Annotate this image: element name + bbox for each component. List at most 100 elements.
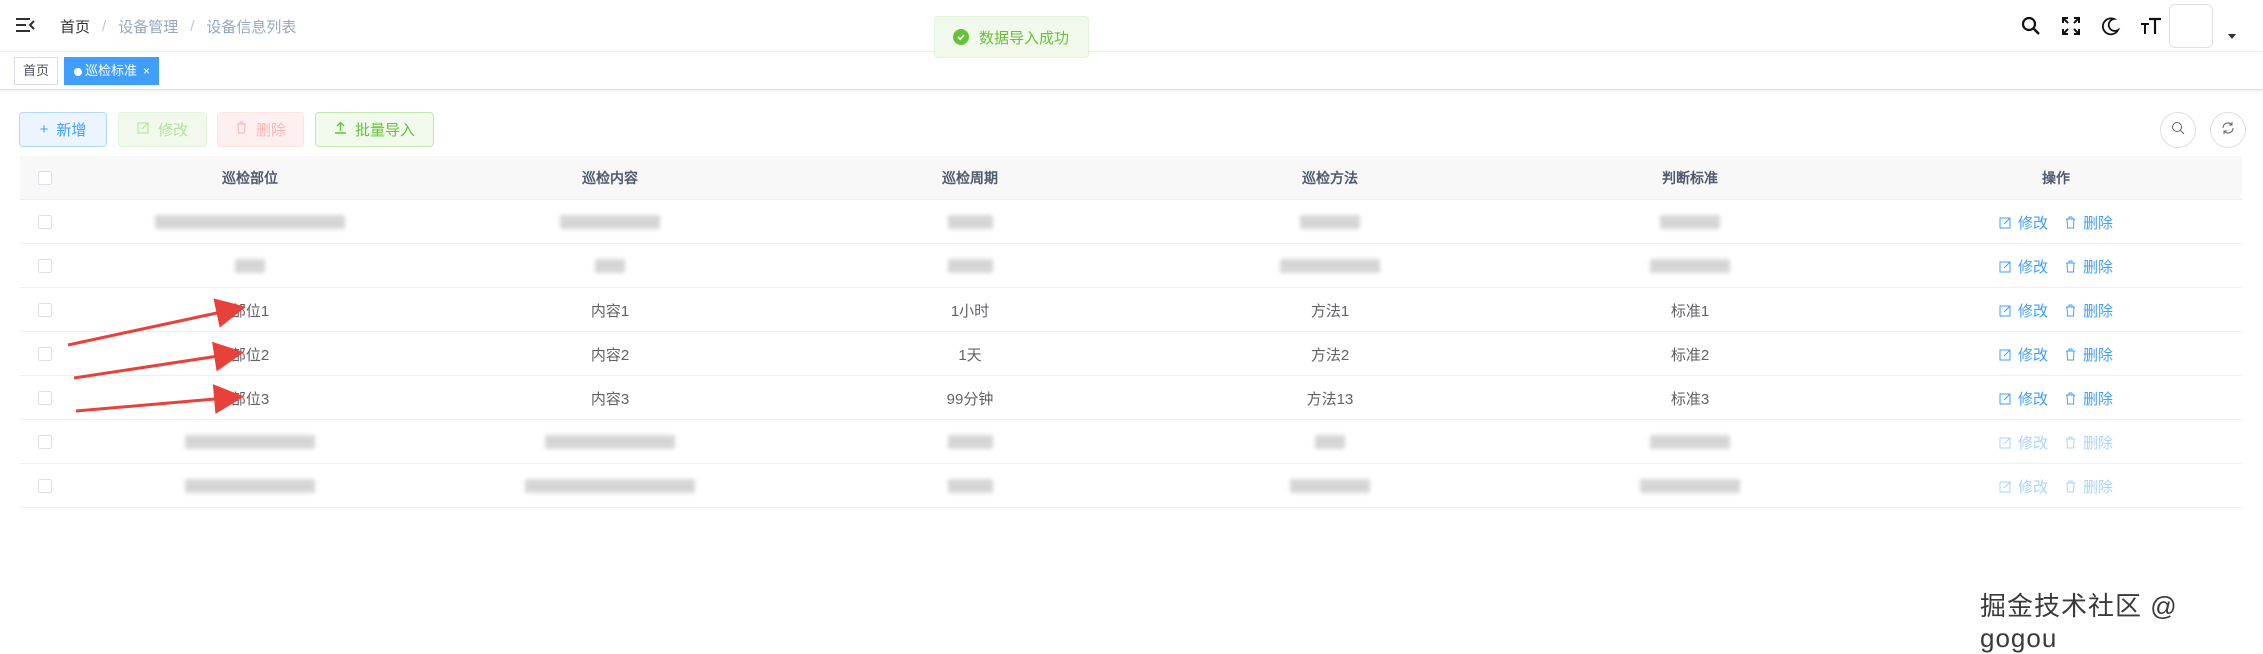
row-select-cell xyxy=(20,244,70,288)
row-actions: 修改 删除 xyxy=(1999,344,2113,365)
column-header-method: 巡检方法 xyxy=(1302,170,1358,186)
row-checkbox[interactable] xyxy=(38,347,52,361)
row-checkbox[interactable] xyxy=(38,303,52,317)
row-checkbox[interactable] xyxy=(38,215,52,229)
redacted-value xyxy=(560,215,660,229)
breadcrumb-home[interactable]: 首页 xyxy=(60,16,90,37)
row-checkbox[interactable] xyxy=(38,259,52,273)
table-cell xyxy=(70,200,430,244)
row-checkbox[interactable] xyxy=(38,391,52,405)
delete-button[interactable]: 删除 xyxy=(217,112,304,147)
edit-button-label: 修改 xyxy=(157,122,188,139)
breadcrumb-device-management[interactable]: 设备管理 xyxy=(118,16,178,37)
row-actions-cell: 修改 删除 xyxy=(1870,200,2242,244)
edit-icon xyxy=(1999,305,2011,316)
table-cell xyxy=(1510,464,1870,508)
row-delete-link[interactable]: 删除 xyxy=(2064,388,2113,409)
redacted-value xyxy=(155,215,345,229)
trash-icon xyxy=(2066,260,2075,272)
arrow-to-row-1 xyxy=(67,298,246,347)
table-cell xyxy=(430,200,790,244)
arrow-to-row-3 xyxy=(75,384,244,415)
row-checkbox[interactable] xyxy=(38,435,52,449)
table-row: 修改 删除 xyxy=(20,420,2242,464)
refresh-button[interactable] xyxy=(2210,112,2246,148)
row-edit-link[interactable]: 修改 xyxy=(1999,432,2048,453)
success-check-icon xyxy=(953,29,969,45)
select-all-checkbox[interactable] xyxy=(38,171,52,185)
row-delete-label: 删除 xyxy=(2083,434,2114,452)
table-cell: 1天 xyxy=(958,346,982,364)
row-edit-link[interactable]: 修改 xyxy=(1999,300,2048,321)
row-delete-label: 删除 xyxy=(2083,346,2114,364)
add-button-label: 新增 xyxy=(56,122,87,139)
table-cell xyxy=(70,464,430,508)
tag-home-label: 首页 xyxy=(23,63,50,78)
redacted-value xyxy=(595,259,625,273)
fullscreen-icon[interactable] xyxy=(2059,14,2083,38)
column-header-part: 巡检部位 xyxy=(222,170,278,186)
tags-view: 首页 巡检标准 × xyxy=(0,52,2263,90)
row-edit-label: 修改 xyxy=(2017,434,2048,452)
row-delete-link[interactable]: 删除 xyxy=(2064,344,2113,365)
tag-home[interactable]: 首页 xyxy=(14,57,59,85)
row-delete-link[interactable]: 删除 xyxy=(2064,256,2113,277)
batch-import-button[interactable]: 批量导入 xyxy=(315,112,434,147)
row-delete-label: 删除 xyxy=(2083,478,2114,496)
active-dot-icon xyxy=(74,68,82,76)
user-avatar[interactable] xyxy=(2169,4,2213,48)
redacted-value xyxy=(1660,215,1720,229)
row-actions-cell: 修改 删除 xyxy=(1870,464,2242,508)
row-checkbox[interactable] xyxy=(38,479,52,493)
redacted-value xyxy=(947,435,993,449)
table-cell xyxy=(1150,200,1510,244)
tag-inspection-standard[interactable]: 巡检标准 × xyxy=(64,57,160,85)
table-cell xyxy=(430,420,790,464)
edit-icon xyxy=(137,121,150,138)
caret-down-icon[interactable] xyxy=(2228,34,2236,39)
table-row: 部位1 内容1 1小时 方法1 标准1 修改 删除 xyxy=(20,288,2242,332)
edit-icon xyxy=(1999,437,2011,448)
row-edit-label: 修改 xyxy=(2017,478,2048,496)
table-header-row: 巡检部位 巡检内容 巡检周期 巡检方法 判断标准 操作 xyxy=(20,156,2242,200)
trash-icon xyxy=(2066,480,2075,492)
edit-icon xyxy=(1999,393,2011,404)
row-edit-link[interactable]: 修改 xyxy=(1999,344,2048,365)
hamburger-menu-icon[interactable] xyxy=(14,14,36,36)
toast-message: 数据导入成功 xyxy=(979,29,1070,47)
add-button[interactable]: + 新增 xyxy=(19,112,107,147)
row-delete-link[interactable]: 删除 xyxy=(2064,476,2113,497)
breadcrumb: 首页 / 设备管理 / 设备信息列表 xyxy=(60,16,296,37)
row-delete-label: 删除 xyxy=(2083,302,2114,320)
edit-icon xyxy=(1999,261,2011,272)
row-edit-link[interactable]: 修改 xyxy=(1999,388,2048,409)
toggle-search-button[interactable] xyxy=(2160,112,2196,148)
edit-button[interactable]: 修改 xyxy=(118,112,207,147)
row-edit-link[interactable]: 修改 xyxy=(1999,256,2048,277)
column-header-actions: 操作 xyxy=(2042,170,2070,186)
row-delete-label: 删除 xyxy=(2083,214,2114,232)
table-cell xyxy=(1150,464,1510,508)
trash-icon xyxy=(235,121,248,138)
table-row: 修改 删除 xyxy=(20,244,2242,288)
row-delete-link[interactable]: 删除 xyxy=(2064,212,2113,233)
search-icon[interactable] xyxy=(2019,14,2043,38)
breadcrumb-device-list: 设备信息列表 xyxy=(206,19,297,36)
row-edit-link[interactable]: 修改 xyxy=(1999,212,2048,233)
row-delete-link[interactable]: 删除 xyxy=(2064,432,2113,453)
close-icon[interactable]: × xyxy=(143,64,150,78)
tag-inspection-standard-label: 巡检标准 xyxy=(85,63,138,78)
row-edit-label: 修改 xyxy=(2017,390,2048,408)
table-row: 修改 删除 xyxy=(20,464,2242,508)
font-size-icon[interactable] xyxy=(2139,14,2163,38)
trash-icon xyxy=(2066,392,2075,404)
table-cell: 1小时 xyxy=(950,302,990,320)
table-row: 修改 删除 xyxy=(20,200,2242,244)
moon-icon[interactable] xyxy=(2099,14,2123,38)
redacted-value xyxy=(947,479,993,493)
row-edit-link[interactable]: 修改 xyxy=(1999,476,2048,497)
row-delete-link[interactable]: 删除 xyxy=(2064,300,2113,321)
arrow-to-row-2 xyxy=(73,341,244,380)
table-cell xyxy=(1510,200,1870,244)
row-select-cell xyxy=(20,464,70,508)
